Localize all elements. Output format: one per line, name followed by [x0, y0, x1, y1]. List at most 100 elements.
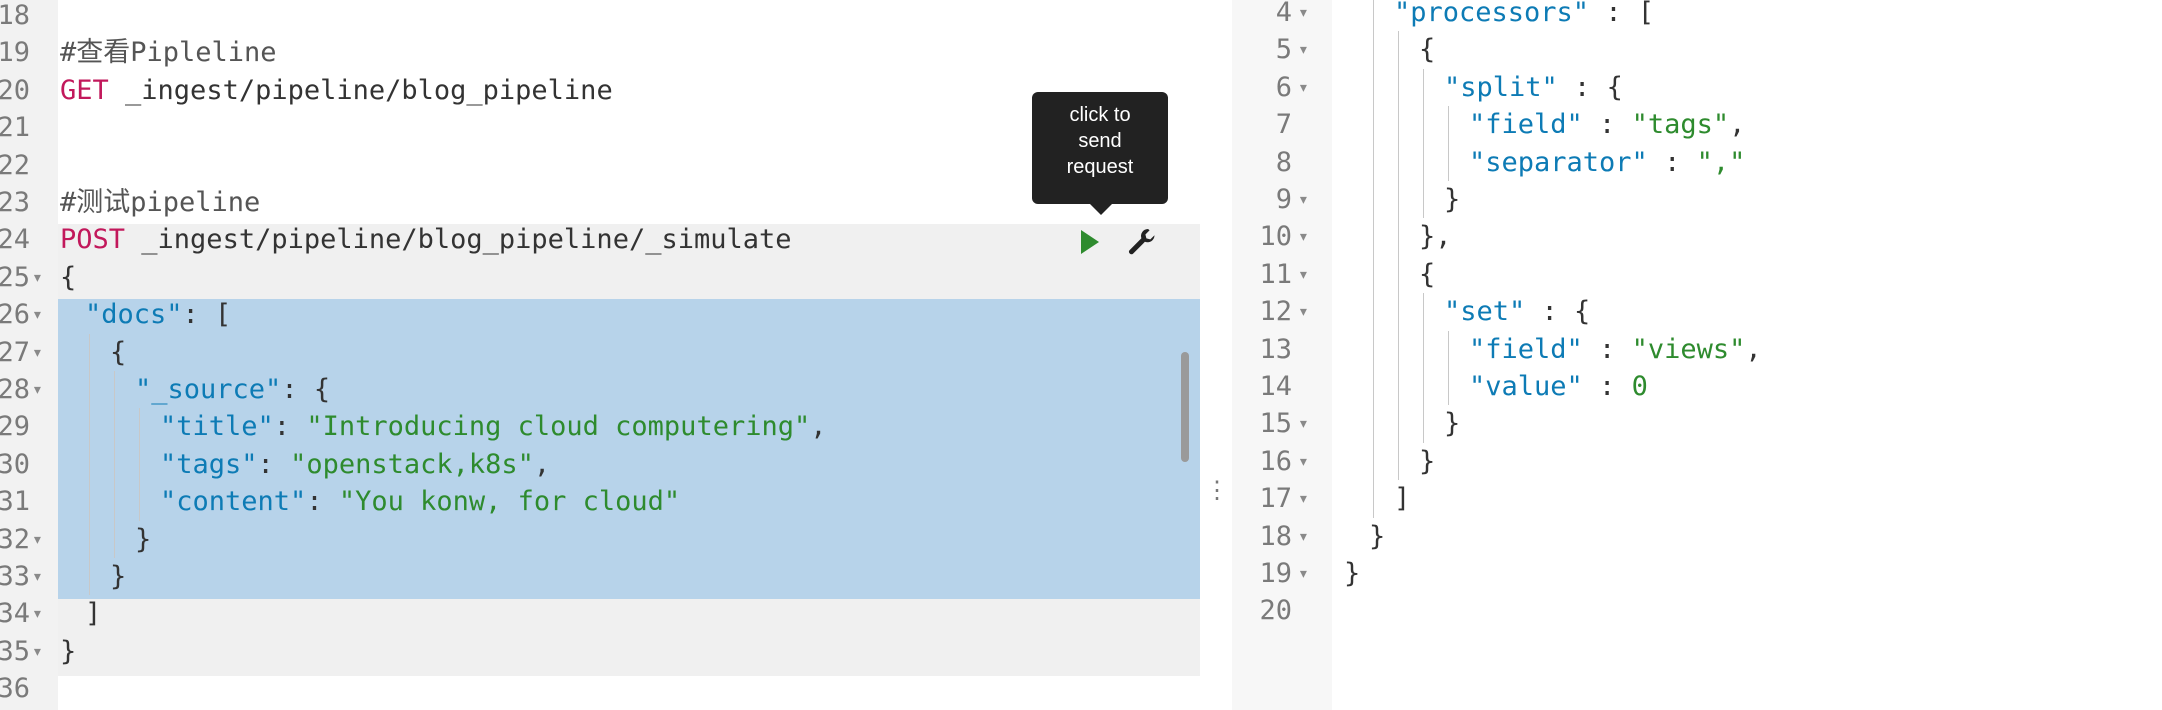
indent-guide	[1423, 68, 1424, 107]
indent-guide	[1448, 143, 1449, 181]
code-text: "tags": "openstack,k8s",	[160, 446, 550, 484]
code-token: _ingest/pipeline/blog_pipeline	[108, 74, 613, 106]
indent-guide	[1373, 480, 1374, 518]
indent-guide	[89, 408, 90, 446]
fold-toggle-icon[interactable]: ▾	[1298, 31, 1309, 69]
indent-guide	[89, 333, 90, 371]
fold-toggle-icon[interactable]: ▾	[1298, 443, 1309, 481]
code-text: {	[110, 334, 126, 372]
fold-toggle-icon[interactable]: ▾	[1298, 69, 1309, 107]
tooltip-arrow	[1090, 204, 1112, 215]
fold-toggle-icon[interactable]: ▾	[32, 633, 43, 671]
line-number: 8	[1275, 146, 1292, 178]
code-token: "docs"	[85, 299, 183, 331]
line-number: 7	[1275, 109, 1292, 141]
code-text: "field" : "tags",	[1469, 106, 1745, 144]
indent-guide	[1423, 405, 1424, 443]
indent-guide	[1423, 368, 1424, 406]
indent-guide	[1373, 68, 1374, 107]
editor-scrollbar[interactable]	[1181, 352, 1189, 462]
indent-guide	[1373, 330, 1374, 368]
indent-guide	[114, 520, 115, 558]
fold-toggle-icon[interactable]: ▾	[1298, 555, 1309, 593]
code-line: 18	[0, 0, 1200, 35]
code-token: "content"	[160, 486, 307, 518]
line-number: 26	[0, 299, 30, 331]
indent-guide	[1373, 0, 1374, 32]
indent-guide	[1373, 218, 1374, 256]
code-token: :	[1582, 371, 1632, 402]
code-text: "field" : "views",	[1469, 331, 1762, 369]
indent-guide	[1398, 368, 1399, 406]
code-line: 15 ▾}	[1232, 405, 2162, 443]
line-number: 10	[1259, 221, 1292, 253]
fold-toggle-icon[interactable]: ▾	[32, 371, 43, 409]
code-line: 7 "field" : "tags",	[1232, 106, 2162, 144]
line-number: 4	[1275, 0, 1292, 28]
request-settings-button[interactable]	[1125, 222, 1159, 262]
fold-toggle-icon[interactable]: ▾	[1298, 518, 1309, 556]
code-line: 10 ▾},	[1232, 218, 2162, 256]
fold-toggle-icon[interactable]: ▾	[1298, 480, 1309, 518]
code-token: ,	[533, 448, 551, 480]
line-number: 14	[1259, 371, 1292, 402]
tooltip-line-2: send	[1078, 130, 1122, 152]
code-text: {	[1419, 31, 1435, 69]
line-number: 35	[0, 635, 30, 667]
code-line: 19 #查看Pipleline	[0, 34, 1200, 72]
code-token: "value"	[1469, 371, 1583, 402]
code-text: "docs": [	[85, 296, 231, 334]
indent-guide	[1423, 106, 1424, 144]
code-token: ,	[1729, 109, 1746, 141]
indent-guide	[1398, 106, 1399, 144]
line-number: 25	[0, 261, 30, 293]
indent-guide	[1398, 442, 1399, 481]
indent-guide	[1398, 218, 1399, 256]
code-token: }	[1344, 558, 1361, 589]
code-line: 34 ▾]	[0, 595, 1200, 633]
code-line: 31 "content": "You konw, for cloud"	[0, 483, 1200, 521]
code-text: }	[1344, 555, 1360, 593]
indent-guide	[1373, 143, 1374, 181]
code-text: }	[60, 633, 76, 671]
response-viewer[interactable]: 4 ▾ "processors" : [5 ▾{6 ▾ "split" : {7 "fiel…	[1232, 0, 2162, 710]
fold-toggle-icon[interactable]: ▾	[32, 259, 43, 297]
indent-guide	[1423, 143, 1424, 181]
code-token: "split"	[1444, 71, 1558, 103]
fold-toggle-icon[interactable]: ▾	[1298, 293, 1309, 331]
fold-toggle-icon[interactable]: ▾	[32, 296, 43, 334]
fold-toggle-icon[interactable]: ▾	[1298, 181, 1309, 219]
fold-toggle-icon[interactable]: ▾	[1298, 405, 1309, 443]
fold-toggle-icon[interactable]: ▾	[1298, 256, 1309, 294]
code-token: "_source"	[135, 374, 282, 405]
code-line: 14 "value" : 0	[1232, 368, 2162, 406]
code-line: 18 ▾}	[1232, 518, 2162, 556]
code-text: "processors" : [	[1394, 0, 1654, 32]
indent-guide	[1423, 181, 1424, 219]
code-token: ,	[810, 411, 827, 443]
line-number: 24	[0, 224, 30, 256]
fold-toggle-icon[interactable]: ▾	[1298, 0, 1309, 32]
code-token: :	[1582, 109, 1632, 141]
fold-toggle-icon[interactable]: ▾	[1298, 218, 1309, 256]
code-token: }	[1419, 445, 1436, 477]
code-token: "title"	[160, 411, 274, 443]
code-token: "field"	[1469, 109, 1583, 141]
fold-toggle-icon[interactable]: ▾	[32, 334, 43, 372]
indent-guide	[1398, 68, 1399, 107]
code-line: 19 ▾}	[1232, 555, 2162, 593]
code-token: },	[1419, 221, 1452, 253]
code-text: "set" : {	[1444, 293, 1590, 331]
indent-guide	[1398, 405, 1399, 443]
request-editor[interactable]: 18 19 #查看Pipleline 20 GET _ingest/pipeline/b…	[0, 0, 1200, 710]
line-number: 27	[0, 336, 30, 368]
panel-resize-handle[interactable]: ⋮	[1205, 470, 1229, 510]
code-line: 5 ▾ {	[1232, 31, 2162, 69]
fold-toggle-icon[interactable]: ▾	[32, 521, 43, 559]
code-token: "tags"	[160, 448, 258, 480]
fold-toggle-icon[interactable]: ▾	[32, 558, 43, 596]
fold-toggle-icon[interactable]: ▾	[32, 595, 43, 633]
send-request-button[interactable]	[1073, 222, 1107, 262]
code-line: 23 #测试pipeline	[0, 184, 1200, 222]
line-number: 18	[1259, 520, 1292, 552]
